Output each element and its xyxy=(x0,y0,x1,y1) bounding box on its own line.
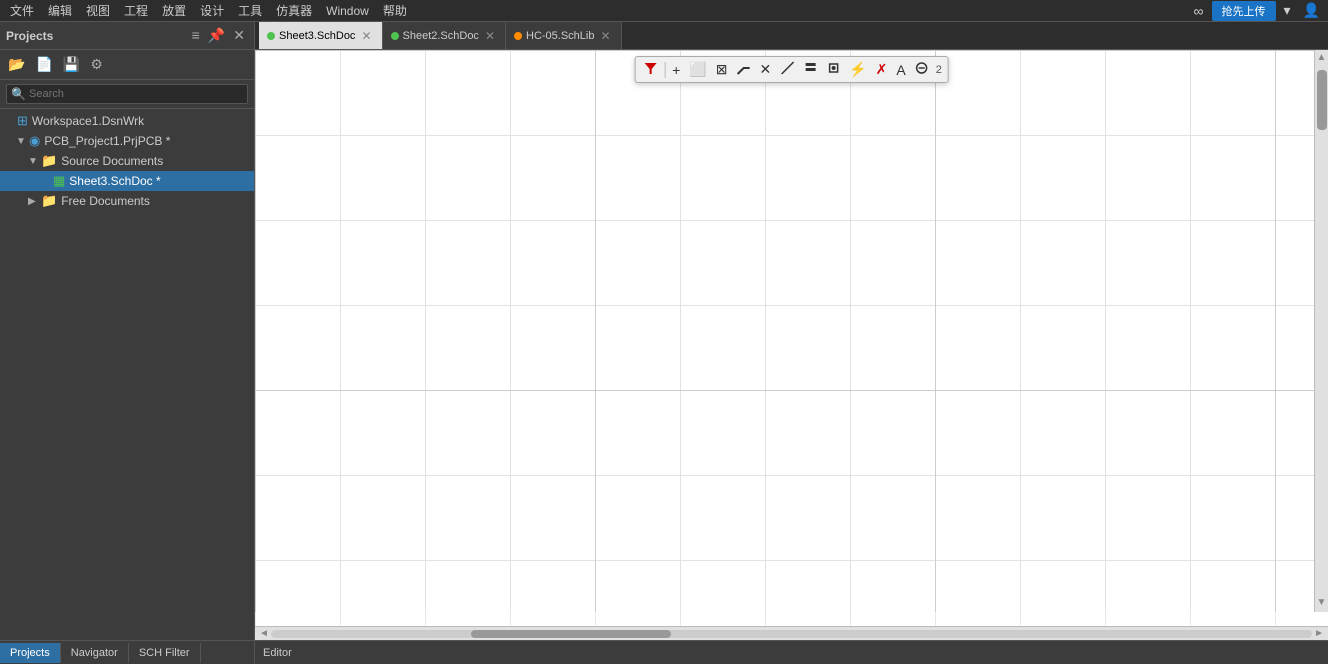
editor-label: Editor xyxy=(263,647,292,659)
tree-arrow-source-docs: ▼ xyxy=(28,156,38,167)
v-scrollbar[interactable]: ▲ ▼ xyxy=(1314,50,1328,612)
tab-dot-hc05 xyxy=(514,32,522,40)
v-scroll-thumb[interactable] xyxy=(1317,70,1327,130)
tab-hc05[interactable]: HC-05.SchLib ✕ xyxy=(506,22,622,50)
menu-place[interactable]: 放置 xyxy=(156,0,192,21)
menu-view[interactable]: 视图 xyxy=(80,0,116,21)
tree-item-sheet3[interactable]: ▦ Sheet3.SchDoc * xyxy=(0,171,254,191)
h-scroll-thumb[interactable] xyxy=(471,630,671,638)
menu-edit[interactable]: 编辑 xyxy=(42,0,78,21)
ft-filter-btn[interactable] xyxy=(639,59,661,80)
folder-source-icon: 📁 xyxy=(41,153,57,169)
h-scroll-track[interactable] xyxy=(271,630,1312,638)
menu-help[interactable]: 帮助 xyxy=(377,0,413,21)
left-panel: Projects ≡ 📌 ✕ 📂 📄 💾 ⚙ 🔍 xyxy=(0,22,255,664)
floating-toolbar: + ⬜ ⊠ ✕ ⚡ ✗ A xyxy=(634,56,949,83)
h-scrollbar[interactable]: ◄ ► xyxy=(255,626,1328,640)
tab-dot-sheet2 xyxy=(391,32,399,40)
main-layout: Projects ≡ 📌 ✕ 📂 📄 💾 ⚙ 🔍 xyxy=(0,22,1328,664)
ft-cross-btn[interactable]: ✕ xyxy=(755,59,775,80)
ft-number: 2 xyxy=(934,64,944,76)
workspace-icon: ⊞ xyxy=(17,113,28,129)
ft-line-btn[interactable] xyxy=(776,59,798,80)
ft-text-btn[interactable]: A xyxy=(892,60,909,80)
tab-sch-filter[interactable]: SCH Filter xyxy=(129,643,201,663)
sheet3-icon: ▦ xyxy=(53,173,65,189)
menu-simulator[interactable]: 仿真器 xyxy=(270,0,318,21)
panel-header: Projects ≡ 📌 ✕ xyxy=(0,22,254,50)
tree-label-workspace: Workspace1.DsnWrk xyxy=(32,114,144,128)
tab-label-hc05: HC-05.SchLib xyxy=(526,30,594,42)
tree-label-free-docs: Free Documents xyxy=(61,194,150,208)
tab-bar: Sheet3.SchDoc ✕ Sheet2.SchDoc ✕ HC-05.Sc… xyxy=(255,22,1328,50)
tab-dot-sheet3 xyxy=(267,32,275,40)
tree-arrow-free-docs: ▶ xyxy=(28,196,38,207)
tree-label-source-docs: Source Documents xyxy=(61,154,163,168)
editor-bottom-bar: Editor xyxy=(255,640,1328,664)
ft-power-btn[interactable]: ⚡ xyxy=(845,59,870,80)
panel-title: Projects xyxy=(6,29,189,43)
tab-label-sheet3: Sheet3.SchDoc xyxy=(279,30,355,42)
v-scroll-up[interactable]: ▲ xyxy=(1315,50,1328,65)
ft-wire-btn[interactable] xyxy=(732,59,754,80)
tab-close-sheet2[interactable]: ✕ xyxy=(485,29,495,43)
user-icon[interactable]: 👤 xyxy=(1299,0,1324,21)
tree-item-workspace[interactable]: ⊞ Workspace1.DsnWrk xyxy=(0,111,254,131)
grid-canvas xyxy=(255,50,1328,626)
menu-file[interactable]: 文件 xyxy=(4,0,40,21)
grid-lines-major xyxy=(255,50,1314,612)
search-box: 🔍 xyxy=(0,80,254,109)
tab-projects[interactable]: Projects xyxy=(0,643,61,663)
chevron-down-icon[interactable]: ▾ xyxy=(1280,0,1295,21)
menu-bar: 文件 编辑 视图 工程 放置 设计 工具 仿真器 Window 帮助 ∞ 抢先上… xyxy=(0,0,1328,22)
tree-view: ⊞ Workspace1.DsnWrk ▼ ◉ PCB_Project1.Prj… xyxy=(0,109,254,640)
h-scroll-left[interactable]: ◄ xyxy=(257,628,271,639)
menu-window[interactable]: Window xyxy=(320,2,375,20)
new-project-icon[interactable]: 📄 xyxy=(31,54,56,75)
tab-close-hc05[interactable]: ✕ xyxy=(600,29,610,43)
ft-bar-btn[interactable] xyxy=(799,59,821,80)
tree-label-project: PCB_Project1.PrjPCB * xyxy=(44,134,170,148)
tab-sheet3[interactable]: Sheet3.SchDoc ✕ xyxy=(259,22,383,50)
canvas-area[interactable]: + ⬜ ⊠ ✕ ⚡ ✗ A xyxy=(255,50,1328,626)
tree-label-sheet3: Sheet3.SchDoc * xyxy=(69,174,160,188)
open-project-icon[interactable]: 📂 xyxy=(4,54,29,75)
tab-navigator[interactable]: Navigator xyxy=(61,643,129,663)
save-project-icon[interactable]: 💾 xyxy=(59,54,84,75)
settings-icon[interactable]: ⚙ xyxy=(86,54,107,75)
ft-sep1 xyxy=(664,62,665,78)
ft-component-btn[interactable] xyxy=(822,59,844,80)
project-icon: ◉ xyxy=(29,133,40,149)
tree-arrow-project: ▼ xyxy=(16,136,26,147)
search-input[interactable] xyxy=(6,84,248,104)
menu-tools[interactable]: 工具 xyxy=(232,0,268,21)
ft-bus-btn[interactable] xyxy=(911,59,933,80)
ft-select-btn[interactable]: ⬜ xyxy=(685,59,710,80)
panel-toggle-icon[interactable]: ≡ xyxy=(189,25,203,46)
ft-add-btn[interactable]: + xyxy=(668,60,684,80)
panel-close-icon[interactable]: ✕ xyxy=(230,25,248,46)
infinity-icon: ∞ xyxy=(1190,1,1208,21)
ft-net-btn[interactable]: ⊠ xyxy=(712,59,732,80)
tab-close-sheet3[interactable]: ✕ xyxy=(361,29,371,43)
panel-toolbar: 📂 📄 💾 ⚙ xyxy=(0,50,254,80)
tab-sheet2[interactable]: Sheet2.SchDoc ✕ xyxy=(383,22,507,50)
menu-project[interactable]: 工程 xyxy=(118,0,154,21)
h-scroll-right[interactable]: ► xyxy=(1312,628,1326,639)
tree-item-free-docs[interactable]: ▶ 📁 Free Documents xyxy=(0,191,254,211)
menu-design[interactable]: 设计 xyxy=(194,0,230,21)
ft-noerc-btn[interactable]: ✗ xyxy=(872,59,892,80)
bottom-tabs: Projects Navigator SCH Filter xyxy=(0,640,254,664)
tree-item-project[interactable]: ▼ ◉ PCB_Project1.PrjPCB * xyxy=(0,131,254,151)
v-scroll-down[interactable]: ▼ xyxy=(1315,595,1328,610)
editor-area: Sheet3.SchDoc ✕ Sheet2.SchDoc ✕ HC-05.Sc… xyxy=(255,22,1328,664)
folder-free-icon: 📁 xyxy=(41,193,57,209)
panel-pin-icon[interactable]: 📌 xyxy=(205,25,228,46)
tree-item-source-docs[interactable]: ▼ 📁 Source Documents xyxy=(0,151,254,171)
tab-label-sheet2: Sheet2.SchDoc xyxy=(403,30,479,42)
upload-button[interactable]: 抢先上传 xyxy=(1212,1,1276,21)
